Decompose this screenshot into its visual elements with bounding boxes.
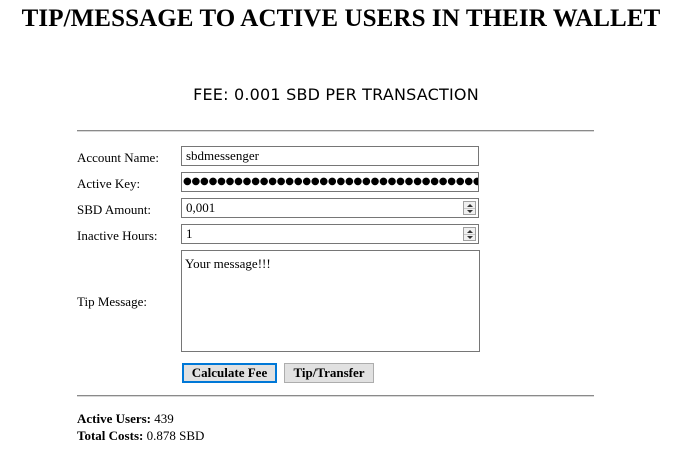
inactive-hours-value: 1: [186, 226, 193, 241]
active-users-stat: Active Users: 439: [77, 411, 174, 427]
chevron-down-icon[interactable]: [464, 208, 475, 214]
account-name-label: Account Name:: [77, 150, 159, 165]
tip-message-value: Your message!!!: [185, 256, 271, 271]
tip-message-label: Tip Message:: [77, 294, 147, 309]
sbd-amount-label: SBD Amount:: [77, 202, 152, 217]
total-costs-label: Total Costs:: [77, 428, 144, 443]
fee-notice: FEE: 0.001 SBD PER TRANSACTION: [193, 85, 479, 104]
account-name-value: sbdmessenger: [186, 148, 259, 163]
sbd-amount-value: 0,001: [186, 200, 216, 215]
calculate-fee-button[interactable]: Calculate Fee: [182, 363, 277, 383]
tip-message-textarea[interactable]: Your message!!!: [181, 250, 480, 352]
active-users-value: 439: [151, 411, 174, 426]
active-key-label: Active Key:: [77, 176, 141, 191]
inactive-hours-stepper[interactable]: [463, 227, 476, 241]
inactive-hours-field[interactable]: 1: [181, 224, 479, 244]
page-title: TIP/MESSAGE TO ACTIVE USERS IN THEIR WAL…: [21, 5, 661, 32]
active-key-value: ●●●●●●●●●●●●●●●●●●●●●●●●●●●●●●●●●●●●●: [183, 176, 479, 187]
inactive-hours-label: Inactive Hours:: [77, 228, 158, 243]
top-divider: [77, 130, 594, 132]
account-name-field[interactable]: sbdmessenger: [181, 146, 479, 166]
sbd-amount-field[interactable]: 0,001: [181, 198, 479, 218]
active-key-field[interactable]: ●●●●●●●●●●●●●●●●●●●●●●●●●●●●●●●●●●●●●: [181, 172, 479, 192]
total-costs-value: 0.878 SBD: [143, 428, 205, 443]
active-users-label: Active Users:: [77, 411, 151, 426]
tip-transfer-button[interactable]: Tip/Transfer: [284, 363, 374, 383]
total-costs-stat: Total Costs: 0.878 SBD: [77, 428, 204, 444]
sbd-amount-stepper[interactable]: [463, 201, 476, 215]
chevron-down-icon[interactable]: [464, 234, 475, 240]
bottom-divider: [77, 395, 594, 397]
